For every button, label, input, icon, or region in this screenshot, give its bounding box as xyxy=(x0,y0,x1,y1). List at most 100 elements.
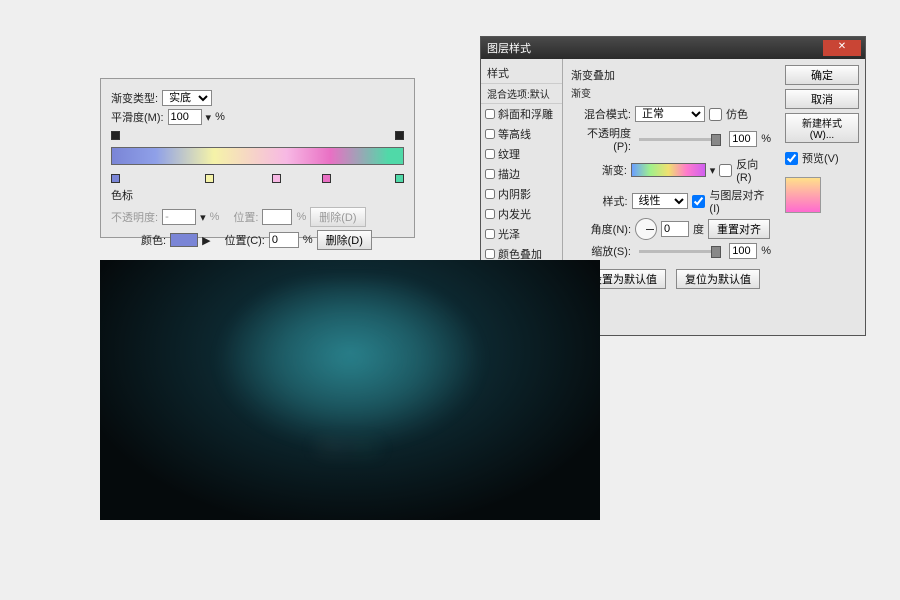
effect-preview-image: ifeiwu xyxy=(100,260,600,520)
style-item-6[interactable]: 光泽 xyxy=(481,224,562,244)
dialog-title: 图层样式 xyxy=(487,40,531,56)
pct: % xyxy=(296,211,306,223)
style-item-label: 内阴影 xyxy=(498,186,531,202)
style-item-2[interactable]: 纹理 xyxy=(481,144,562,164)
stop-position-input xyxy=(262,209,292,225)
color-stop-3[interactable] xyxy=(272,174,281,183)
blend-mode-select[interactable]: 正常 xyxy=(635,106,705,122)
reverse-label: 反向(R) xyxy=(736,156,771,184)
style-item-label: 斜面和浮雕 xyxy=(498,106,553,122)
pct: % xyxy=(303,234,313,246)
smoothness-label: 平滑度(M): xyxy=(111,109,164,125)
cancel-button[interactable]: 取消 xyxy=(785,89,859,109)
style-item-1[interactable]: 等高线 xyxy=(481,124,562,144)
stop-opacity-label: 不透明度: xyxy=(111,209,158,225)
style-checkbox[interactable] xyxy=(485,189,495,199)
style-checkbox[interactable] xyxy=(485,129,495,139)
smoothness-input[interactable] xyxy=(168,109,202,125)
letter: w xyxy=(356,442,370,454)
letter: e xyxy=(335,442,347,454)
preview-checkbox[interactable] xyxy=(785,152,798,165)
scale-slider[interactable] xyxy=(639,250,721,253)
new-style-button[interactable]: 新建样式(W)... xyxy=(785,113,859,143)
color-label: 颜色: xyxy=(141,232,166,248)
ok-button[interactable]: 确定 xyxy=(785,65,859,85)
style-item-5[interactable]: 内发光 xyxy=(481,204,562,224)
gradient-type-label: 渐变类型: xyxy=(111,90,158,106)
degree-label: 度 xyxy=(693,221,704,237)
preview-swatch xyxy=(785,177,821,213)
opacity-stop-left[interactable] xyxy=(111,131,120,140)
style-item-0[interactable]: 斜面和浮雕 xyxy=(481,104,562,124)
gradient-type-select[interactable]: 实底 xyxy=(162,90,212,106)
pct: % xyxy=(210,211,220,223)
style-checkbox[interactable] xyxy=(485,209,495,219)
opacity-value-input[interactable] xyxy=(729,131,757,147)
pct: % xyxy=(761,133,771,145)
color-stop-2[interactable] xyxy=(205,174,214,183)
dropdown-icon: ▾ xyxy=(200,211,206,224)
dialog-right-panel: 确定 取消 新建样式(W)... 预览(V) xyxy=(779,59,865,335)
dialog-titlebar[interactable]: 图层样式 ✕ xyxy=(481,37,865,59)
dropdown-icon[interactable]: ▾ xyxy=(206,111,212,124)
style-item-label: 纹理 xyxy=(498,146,520,162)
style-checkbox[interactable] xyxy=(485,169,495,179)
align-checkbox[interactable] xyxy=(692,195,705,208)
color-swatch[interactable] xyxy=(170,233,198,247)
pct: % xyxy=(761,245,771,257)
stop-opacity-input xyxy=(162,209,196,225)
gradient-editor-panel: 渐变类型: 实底 平滑度(M): ▾ % 色标 不透明度: ▾ % 位置: % … xyxy=(100,78,415,238)
delete-color-stop-button[interactable]: 删除(D) xyxy=(317,230,372,250)
sidebar-blend-options[interactable]: 混合选项:默认 xyxy=(481,84,562,104)
color-stop-4[interactable] xyxy=(322,174,331,183)
opacity-slider[interactable] xyxy=(639,138,721,141)
section-title: 渐变叠加 xyxy=(571,67,771,83)
delete-opacity-stop-button: 删除(D) xyxy=(310,207,365,227)
stops-section-title: 色标 xyxy=(111,187,404,203)
angle-input[interactable] xyxy=(661,221,689,237)
stop-position-label: 位置: xyxy=(233,209,258,225)
scale-input[interactable] xyxy=(729,243,757,259)
style-checkbox[interactable] xyxy=(485,149,495,159)
opacity-stop-right[interactable] xyxy=(395,131,404,140)
letter: i xyxy=(348,442,356,454)
close-button[interactable]: ✕ xyxy=(823,40,861,56)
dither-label: 仿色 xyxy=(726,106,748,122)
color-stop-5[interactable] xyxy=(395,174,404,183)
color-picker-arrow-icon[interactable]: ▶ xyxy=(202,234,210,247)
gradient-bar[interactable] xyxy=(111,147,404,165)
dropdown-icon[interactable]: ▾ xyxy=(710,164,716,177)
overlay-opacity-label: 不透明度(P): xyxy=(571,125,631,153)
percent-label: % xyxy=(215,111,225,123)
gradient-swatch[interactable] xyxy=(631,163,706,177)
style-item-label: 等高线 xyxy=(498,126,531,142)
preview-label: 预览(V) xyxy=(802,150,839,166)
reverse-checkbox[interactable] xyxy=(719,164,732,177)
angle-label: 角度(N): xyxy=(571,221,631,237)
style-item-4[interactable]: 内阴影 xyxy=(481,184,562,204)
dither-checkbox[interactable] xyxy=(709,108,722,121)
style-item-label: 描边 xyxy=(498,166,520,182)
style-checkbox[interactable] xyxy=(485,229,495,239)
style-checkbox[interactable] xyxy=(485,109,495,119)
sidebar-header[interactable]: 样式 xyxy=(481,63,562,84)
style-select[interactable]: 线性 xyxy=(632,193,689,209)
glow-text: ifeiwu xyxy=(100,360,600,475)
section-subtitle: 渐变 xyxy=(571,85,771,100)
style-item-label: 内发光 xyxy=(498,206,531,222)
color-stops-row xyxy=(111,169,404,183)
style-checkbox[interactable] xyxy=(485,249,495,259)
color-stop-1[interactable] xyxy=(111,174,120,183)
reset-default-button[interactable]: 复位为默认值 xyxy=(676,269,760,289)
align-label: 与图层对齐(I) xyxy=(709,187,771,215)
letter: u xyxy=(370,442,382,454)
reset-align-button[interactable]: 重置对齐 xyxy=(708,219,770,239)
style-item-3[interactable]: 描边 xyxy=(481,164,562,184)
style-label: 样式: xyxy=(571,193,628,209)
angle-dial[interactable] xyxy=(635,218,657,240)
position-c-label: 位置(C): xyxy=(225,232,265,248)
position-c-input[interactable] xyxy=(269,232,299,248)
style-item-label: 光泽 xyxy=(498,226,520,242)
gradient-label: 渐变: xyxy=(571,162,627,178)
scale-label: 缩放(S): xyxy=(571,243,631,259)
